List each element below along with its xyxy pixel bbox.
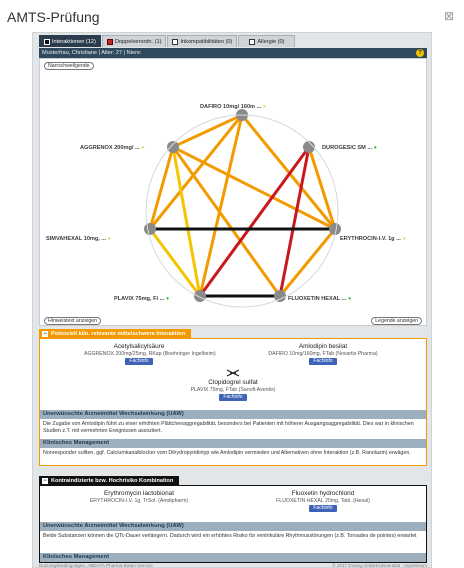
fachinfo-button[interactable]: Fachinfo	[125, 358, 153, 365]
fachinfo-button[interactable]: Fachinfo	[309, 505, 337, 512]
info-leaf-icon[interactable]: ●	[140, 145, 144, 151]
tab-bar: Interaktionen (12) Doppelverordn. (1) In…	[39, 35, 296, 48]
collapse-icon: −	[42, 478, 48, 484]
drug-node-durogesic-label[interactable]: DUROGESIC SM ... ●	[322, 145, 377, 151]
info-leaf-icon[interactable]: ●	[346, 296, 351, 302]
uaw-header: Unerwünschte Arzneimittel Wechselwirkung…	[40, 410, 426, 419]
checkbox-icon	[249, 38, 256, 45]
drug-name: Fluoxetin hydrochlorid	[291, 490, 355, 497]
drug-label-text: FLUOXETIN HEXAL ...	[288, 296, 347, 302]
close-icon[interactable]: ⊠	[444, 9, 454, 23]
show-hints-button[interactable]: Hinweistext anzeigen	[44, 317, 102, 325]
drug-node-dafiro-label[interactable]: DAFIRO 10mg/ 160m ... ●	[200, 104, 266, 110]
info-leaf-icon[interactable]: ●	[401, 236, 405, 242]
drug-node-plavix[interactable]	[194, 290, 206, 302]
drug-label-text: ERYTHROCIN-I.V. 1g ...	[340, 236, 401, 242]
section-header[interactable]: − Potenziell klin. relevante mittelschwe…	[39, 329, 191, 339]
interaction-edge-minor[interactable]	[171, 145, 202, 298]
fachinfo-button[interactable]: Fachinfo	[219, 394, 247, 401]
tab-label: Doppelverordn. (1)	[114, 38, 162, 45]
uaw-header: Unerwünschte Arzneimittel Wechselwirkung…	[40, 522, 426, 531]
drug-card-fluoxetine: Fluoxetin hydrochlorid FLUOXETIN HEXAL 2…	[268, 490, 378, 512]
uaw-text: Beide Substanzen können die QTc-Dauer ve…	[43, 533, 417, 539]
show-legend-button[interactable]: Legende anzeigen	[371, 317, 422, 325]
drug-detail: PLAVIX 75mg, FTab (Sanofi-Aventis)	[190, 387, 276, 393]
drug-card-erythromycin: Erythromycin lactobionat ERYTHROCIN-I.V.…	[84, 490, 194, 504]
drug-name: Clopidogrel sulfat	[208, 379, 258, 386]
info-leaf-icon[interactable]: ●	[106, 236, 111, 242]
drug-label-text: AGGRENOX 200mg/ ...	[80, 145, 140, 151]
interaction-edge-moderate[interactable]	[171, 145, 337, 231]
drug-label-text: SIMVAHEXAL 10mg, ...	[46, 236, 107, 242]
info-leaf-icon[interactable]: ●	[372, 145, 377, 151]
tab-label: Interaktionen (12)	[52, 38, 96, 45]
drug-card-amlodipine: Amlodipin besilat DAFIRO 10mg/160mg, FTa…	[268, 343, 378, 365]
drug-node-fluoxetin-label[interactable]: FLUOXETIN HEXAL ... ●	[288, 296, 351, 302]
section-title: Kontraindizierte bzw. Hochrisiko Kombina…	[51, 478, 174, 484]
drug-name: Acetylsalicylsäure	[113, 343, 165, 350]
drug-label-text: DUROGESIC SM ...	[322, 145, 373, 151]
drug-node-erythrocin-label[interactable]: ERYTHROCIN-I.V. 1g ... ●	[340, 236, 406, 242]
drug-node-fluoxetin[interactable]	[274, 290, 286, 302]
collapse-icon: −	[42, 331, 48, 337]
interaction-arrows-icon	[226, 369, 240, 377]
section-title: Potenziell klin. relevante mittelschwere…	[51, 331, 185, 337]
drug-detail: FLUOXETIN HEXAL 20mg, Tabl. (Hexal)	[276, 498, 370, 504]
drug-node-aggrenox[interactable]	[167, 141, 179, 153]
tab-interactions[interactable]: Interaktionen (12)	[39, 35, 101, 47]
footer-left[interactable]: Nutzungsbedingungen, ABDATA Pharma-Daten…	[39, 563, 153, 568]
footer: Nutzungsbedingungen, ABDATA Pharma-Daten…	[39, 563, 427, 568]
drug-detail: DAFIRO 10mg/160mg, FTab (Novartis Pharma…	[268, 351, 378, 357]
tab-incompatibilities[interactable]: Inkompatibilitäten (0)	[167, 35, 238, 47]
info-leaf-icon[interactable]: ●	[261, 104, 266, 110]
checkbox-icon	[44, 38, 50, 45]
drug-name: Amlodipin besilat	[298, 343, 348, 350]
interaction-edge-moderate[interactable]	[278, 227, 337, 298]
drug-label-text: DAFIRO 10mg/ 160m ...	[200, 104, 262, 110]
node-group	[144, 109, 341, 302]
interaction-graph: Narrschweilgende DAFIRO 10mg/ 160m ... ●…	[39, 58, 427, 326]
interaction-section-contraindicated: − Kontraindizierte bzw. Hochrisiko Kombi…	[39, 476, 427, 563]
interaction-section-moderate: − Potenziell klin. relevante mittelschwe…	[39, 329, 427, 466]
interaction-edge-moderate[interactable]	[171, 113, 244, 149]
footer-right[interactable]: © 2017 Dosing GmbH/Universität · Impress…	[332, 563, 427, 568]
management-text: Nonresponder sollten, ggf. Calciumkanalb…	[43, 450, 411, 456]
tab-duplicates[interactable]: Doppelverordn. (1)	[101, 35, 167, 47]
checkbox-icon	[172, 38, 179, 45]
interaction-network	[144, 109, 341, 308]
patient-info-bar: Musterfrau, Christiane | Alter: 27 | Nie…	[39, 48, 427, 58]
drug-card-aspirin: Acetylsalicylsäure AGGRENOX 200mg/25mg, …	[84, 343, 216, 365]
drug-node-simvahexal-label[interactable]: SIMVAHEXAL 10mg, ... ●	[46, 236, 111, 242]
drug-node-simvahexal[interactable]	[144, 223, 156, 235]
window-title: AMTS-Prüfung	[7, 9, 100, 25]
drug-node-plavix-label[interactable]: PLAVIX 75mg, Fi ... ●	[114, 296, 169, 302]
help-icon[interactable]: ?	[416, 49, 424, 57]
fachinfo-button[interactable]: Fachinfo	[309, 358, 337, 365]
drug-name: Erythromycin lactobionat	[104, 490, 174, 497]
red-square-icon	[106, 38, 113, 45]
uaw-text: Die Zugabe von Amlodipin führt zu einer …	[43, 421, 414, 434]
drug-detail: ERYTHROCIN-I.V. 1g, TrSol. (Amdipharm)	[89, 498, 189, 504]
info-leaf-icon[interactable]: ●	[164, 296, 169, 302]
drug-label-text: PLAVIX 75mg, Fi ...	[114, 296, 165, 302]
tab-label: Allergie (0)	[257, 38, 285, 45]
section-header[interactable]: − Kontraindizierte bzw. Hochrisiko Kombi…	[39, 476, 180, 486]
interaction-edge-moderate[interactable]	[240, 113, 337, 231]
patient-info: Musterfrau, Christiane | Alter: 27 | Nie…	[42, 50, 142, 56]
management-header: Klinisches Management	[40, 553, 426, 562]
tab-label: Inkompatibilitäten (0)	[180, 38, 233, 45]
management-header: Klinisches Management	[40, 439, 426, 448]
drug-detail: AGGRENOX 200mg/25mg, RKap (Boehringer In…	[84, 351, 216, 357]
drug-node-aggrenox-label[interactable]: AGGRENOX 200mg/ ... ●	[80, 145, 145, 151]
drug-card-clopidogrel: Clopidogrel sulfat PLAVIX 75mg, FTab (Sa…	[178, 369, 288, 401]
interaction-edge-moderate[interactable]	[171, 145, 282, 298]
tab-allergy[interactable]: Allergie (0)	[238, 35, 296, 47]
amts-panel: Interaktionen (12) Doppelverordn. (1) In…	[32, 32, 432, 568]
